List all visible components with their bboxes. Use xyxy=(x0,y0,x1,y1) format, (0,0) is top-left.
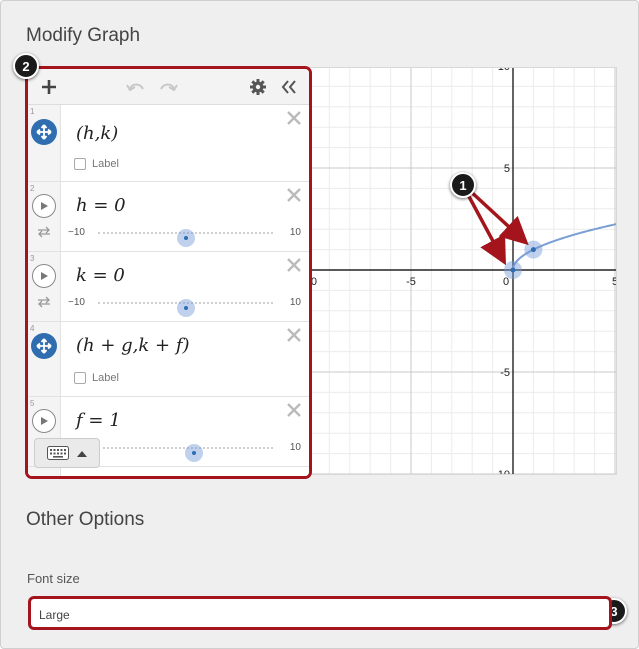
slider-min: −10 xyxy=(68,297,85,308)
play-slider-button[interactable] xyxy=(32,409,56,433)
loop-icon[interactable] xyxy=(37,296,51,308)
expression-text[interactable]: (h + g,k + f) xyxy=(76,335,190,356)
slider-handle[interactable] xyxy=(176,229,195,247)
move-point-button[interactable] xyxy=(31,333,57,359)
redo-button[interactable] xyxy=(156,73,180,101)
y-tick-label: -10 xyxy=(494,469,510,475)
loop-icon[interactable] xyxy=(37,226,51,238)
play-icon xyxy=(41,202,48,210)
play-icon xyxy=(41,417,48,425)
expression-index: 3 xyxy=(30,254,35,263)
modify-graph-page: Modify Graph -10-505 105-5-10 xyxy=(0,0,639,649)
modify-graph-title: Modify Graph xyxy=(26,25,141,46)
label-checkbox[interactable] xyxy=(74,158,86,170)
keyboard-toggle-button[interactable] xyxy=(34,438,100,468)
label-text: Label xyxy=(92,158,119,170)
expression-list-panel: 1 (h,k) Label 2 h = 0 −10 10 3 k = 0 −10… xyxy=(25,66,312,479)
plus-icon xyxy=(42,80,56,94)
delete-expression-icon[interactable] xyxy=(285,186,303,204)
y-tick-label: 5 xyxy=(504,163,510,175)
expression-row-2[interactable]: 2 h = 0 −10 10 xyxy=(28,182,309,252)
expression-index: 4 xyxy=(30,324,35,333)
move-point-button[interactable] xyxy=(31,119,57,145)
gear-icon xyxy=(250,79,266,95)
slider-min: −10 xyxy=(68,227,85,238)
expression-text[interactable]: k = 0 xyxy=(76,265,125,286)
x-tick-label: -5 xyxy=(406,276,416,288)
expression-gutter xyxy=(28,467,61,476)
expression-gutter: 2 xyxy=(28,182,61,251)
label-toggle[interactable]: Label xyxy=(74,158,119,170)
play-slider-button[interactable] xyxy=(32,194,56,218)
slider-handle[interactable] xyxy=(176,299,195,317)
label-text: Label xyxy=(92,372,119,384)
undo-button[interactable] xyxy=(124,73,148,101)
play-icon xyxy=(41,272,48,280)
slider-max: 10 xyxy=(289,442,301,453)
expression-gutter: 3 xyxy=(28,252,61,321)
keyboard-icon xyxy=(47,446,69,460)
expression-row-3[interactable]: 3 k = 0 −10 10 xyxy=(28,252,309,322)
k-slider[interactable]: −10 10 xyxy=(68,296,301,317)
add-expression-button[interactable] xyxy=(36,73,62,101)
delete-expression-icon[interactable] xyxy=(285,401,303,419)
x-tick-label: 0 xyxy=(503,276,509,288)
undo-icon xyxy=(126,83,144,92)
slider-max: 10 xyxy=(289,297,301,308)
settings-button[interactable] xyxy=(246,73,270,101)
callout-2: 2 xyxy=(13,53,39,79)
other-options-title: Other Options xyxy=(26,509,145,530)
h-slider[interactable]: −10 10 xyxy=(68,226,301,247)
expression-gutter: 1 xyxy=(28,105,61,181)
slider-track[interactable] xyxy=(98,444,273,462)
redo-icon xyxy=(160,83,178,92)
slider-track[interactable] xyxy=(98,229,273,247)
callout-1: 1 xyxy=(450,172,476,198)
point-h-g-k-f-center xyxy=(530,247,536,253)
collapse-panel-button[interactable] xyxy=(276,73,302,101)
expression-text[interactable]: h = 0 xyxy=(76,195,126,216)
label-checkbox[interactable] xyxy=(74,372,86,384)
expression-text[interactable]: (h,k) xyxy=(76,123,118,144)
font-size-label: Font size xyxy=(27,571,80,586)
move-arrows-icon xyxy=(36,338,52,354)
expression-toolbar xyxy=(28,69,309,105)
slider-max: 10 xyxy=(289,227,301,238)
expression-row-1[interactable]: 1 (h,k) Label xyxy=(28,105,309,182)
double-chevron-left-icon xyxy=(281,80,296,94)
move-arrows-icon xyxy=(36,124,52,140)
expression-gutter: 4 xyxy=(28,322,61,396)
delete-expression-icon[interactable] xyxy=(285,256,303,274)
y-tick-label: -5 xyxy=(500,367,510,379)
slider-track[interactable] xyxy=(98,299,273,317)
x-tick-label: 5 xyxy=(612,276,617,288)
expression-index: 5 xyxy=(30,399,35,408)
expression-row-partial xyxy=(28,467,309,476)
label-toggle[interactable]: Label xyxy=(74,372,119,384)
play-slider-button[interactable] xyxy=(32,264,56,288)
slider-handle[interactable] xyxy=(185,444,204,462)
font-size-select[interactable]: Large xyxy=(28,596,612,630)
delete-expression-icon[interactable] xyxy=(285,326,303,344)
y-tick-label: 10 xyxy=(498,68,510,73)
expression-text[interactable]: f = 1 xyxy=(76,410,121,431)
expression-index: 1 xyxy=(30,107,35,116)
graph-canvas[interactable]: -10-505 105-5-10 xyxy=(309,67,617,475)
caret-up-icon xyxy=(77,450,87,457)
delete-expression-icon[interactable] xyxy=(285,109,303,127)
graph-svg[interactable]: -10-505 105-5-10 xyxy=(310,68,617,475)
expression-row-4[interactable]: 4 (h + g,k + f) Label xyxy=(28,322,309,397)
point-h-k-center xyxy=(510,267,516,273)
expression-index: 2 xyxy=(30,184,35,193)
f-slider[interactable]: 10 xyxy=(68,441,301,462)
